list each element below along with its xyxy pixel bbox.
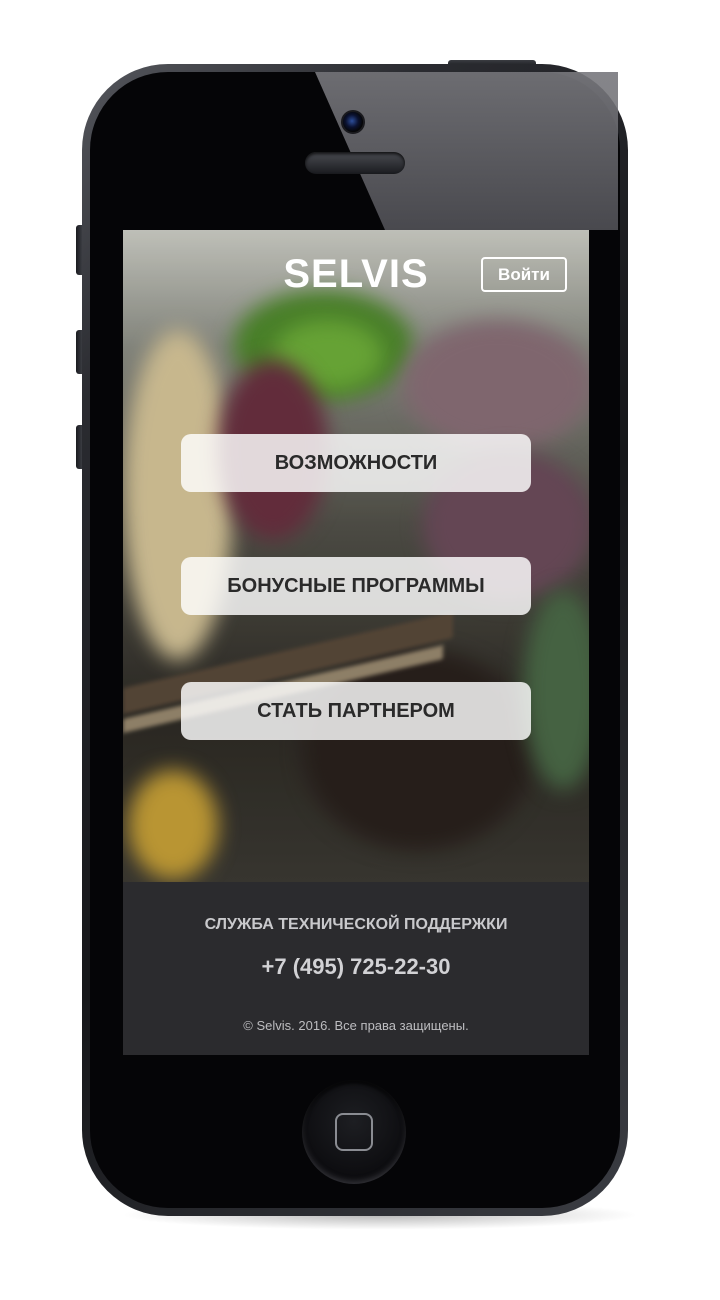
app-screen: SELVIS Войти ВОЗМОЖНОСТИ БОНУСНЫЕ ПРОГРА…	[123, 230, 589, 1055]
support-label: СЛУЖБА ТЕХНИЧЕСКОЙ ПОДДЕРЖКИ	[204, 916, 508, 933]
camera-icon	[341, 110, 365, 134]
hero-background: SELVIS Войти ВОЗМОЖНОСТИ БОНУСНЫЕ ПРОГРА…	[123, 230, 589, 882]
hero-overlay	[123, 230, 589, 882]
device-mockup: SELVIS Войти ВОЗМОЖНОСТИ БОНУСНЫЕ ПРОГРА…	[0, 0, 720, 1300]
speaker-icon	[305, 152, 405, 174]
menu-button-features[interactable]: ВОЗМОЖНОСТИ	[181, 434, 531, 492]
copyright-text: © Selvis. 2016. Все права защищены.	[243, 1018, 469, 1033]
support-phone-link[interactable]: +7 (495) 725-22-30	[123, 954, 589, 980]
menu-button-become-partner[interactable]: СТАТЬ ПАРТНЕРОМ	[181, 682, 531, 740]
login-button[interactable]: Войти	[481, 257, 567, 292]
menu-button-bonus-programs[interactable]: БОНУСНЫЕ ПРОГРАММЫ	[181, 557, 531, 615]
home-button-icon	[335, 1113, 373, 1151]
footer: СЛУЖБА ТЕХНИЧЕСКОЙ ПОДДЕРЖКИ +7 (495) 72…	[123, 882, 589, 1055]
